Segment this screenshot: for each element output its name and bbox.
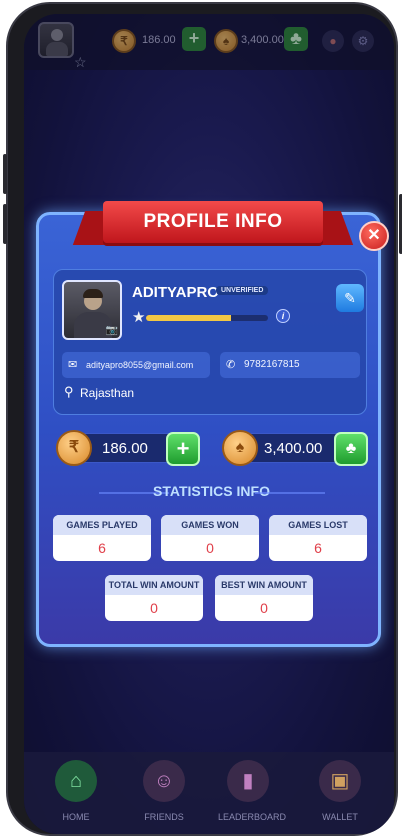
friends-icon: ☺: [143, 760, 185, 802]
rupee-coin-icon: ₹: [56, 430, 92, 466]
phone-value: 9782167815: [244, 359, 300, 370]
status-badge: UNVERIFIED: [216, 286, 269, 295]
stat-label: BEST WIN AMOUNT: [215, 575, 313, 595]
stat-value: 0: [206, 540, 214, 556]
stat-label: GAMES PLAYED: [53, 515, 151, 535]
stat-games-won: GAMES WON 0: [161, 515, 259, 561]
info-icon[interactable]: i: [276, 309, 290, 323]
bottom-navigation: ⌂ HOME ☺ FRIENDS ▮ LEADERBOARD ▣ WALLET: [24, 752, 394, 834]
mail-icon: ✉: [68, 359, 78, 371]
stat-total-win-amount: TOTAL WIN AMOUNT 0: [105, 575, 203, 621]
stat-value: 6: [98, 540, 106, 556]
home-icon: ⌂: [55, 760, 97, 802]
stat-label: GAMES LOST: [269, 515, 367, 535]
stat-best-win-amount: BEST WIN AMOUNT 0: [215, 575, 313, 621]
cash-balance-value: 186.00: [102, 440, 148, 457]
modal-title: PROFILE INFO: [103, 201, 323, 243]
wallet-icon: ▣: [319, 760, 361, 802]
pencil-icon: ✎: [344, 290, 356, 306]
nav-label: HOME: [62, 812, 90, 822]
location-pin-icon: ⚲: [64, 384, 74, 399]
stat-label: TOTAL WIN AMOUNT: [105, 575, 203, 595]
chip-coin-icon: ♠: [222, 430, 258, 466]
avatar[interactable]: 📷: [62, 280, 122, 340]
screen: ☆ ₹ 186.00 + ♠ 3,400.00 ♣ ● ⚙ PROFILE IN…: [24, 14, 394, 834]
nav-friends[interactable]: ☺ FRIENDS: [134, 760, 194, 822]
stat-games-played: GAMES PLAYED 6: [53, 515, 151, 561]
add-chips-button[interactable]: ♣: [334, 432, 368, 466]
phone-field: ✆ 9782167815: [220, 352, 360, 378]
stat-value: 0: [150, 600, 158, 616]
level-star-icon: ★: [132, 309, 146, 326]
phone-icon: ✆: [226, 359, 236, 371]
edit-profile-button[interactable]: ✎: [336, 284, 364, 312]
stat-games-lost: GAMES LOST 6: [269, 515, 367, 561]
nav-leaderboard[interactable]: ▮ LEADERBOARD: [218, 760, 287, 822]
username: ADITYAPRO: [132, 284, 219, 301]
stat-value: 0: [260, 600, 268, 616]
stat-label: GAMES WON: [161, 515, 259, 535]
nav-label: LEADERBOARD: [218, 812, 287, 822]
cash-balance-pill: ₹ 186.00 +: [56, 430, 200, 466]
chips-balance-pill: ♠ 3,400.00 ♣: [222, 430, 368, 466]
location-value: Rajasthan: [80, 386, 135, 400]
leaderboard-icon: ▮: [227, 760, 269, 802]
profile-info-modal: PROFILE INFO ✕ 📷 ADITYAPRO UNVERIFIED ✎ …: [36, 201, 389, 647]
statistics-title: STATISTICS INFO: [153, 483, 270, 499]
email-field: ✉ adityapro8055@gmail.com: [62, 352, 210, 378]
add-cash-plus-button[interactable]: +: [166, 432, 200, 466]
nav-label: WALLET: [322, 812, 358, 822]
nav-home[interactable]: ⌂ HOME: [46, 760, 106, 822]
level-progress-bar: [146, 315, 268, 321]
profile-card: 📷 ADITYAPRO UNVERIFIED ✎ ★ i ✉ adityapro…: [53, 269, 367, 415]
nav-wallet[interactable]: ▣ WALLET: [310, 760, 370, 822]
camera-icon[interactable]: 📷: [106, 325, 118, 336]
phone-frame: ☆ ₹ 186.00 + ♠ 3,400.00 ♣ ● ⚙ PROFILE IN…: [3, 2, 402, 836]
nav-label: FRIENDS: [144, 812, 184, 822]
chips-balance-value: 3,400.00: [264, 440, 323, 457]
close-icon[interactable]: ✕: [359, 221, 389, 251]
stat-value: 6: [314, 540, 322, 556]
divider: [255, 492, 325, 494]
email-value: adityapro8055@gmail.com: [86, 360, 194, 370]
